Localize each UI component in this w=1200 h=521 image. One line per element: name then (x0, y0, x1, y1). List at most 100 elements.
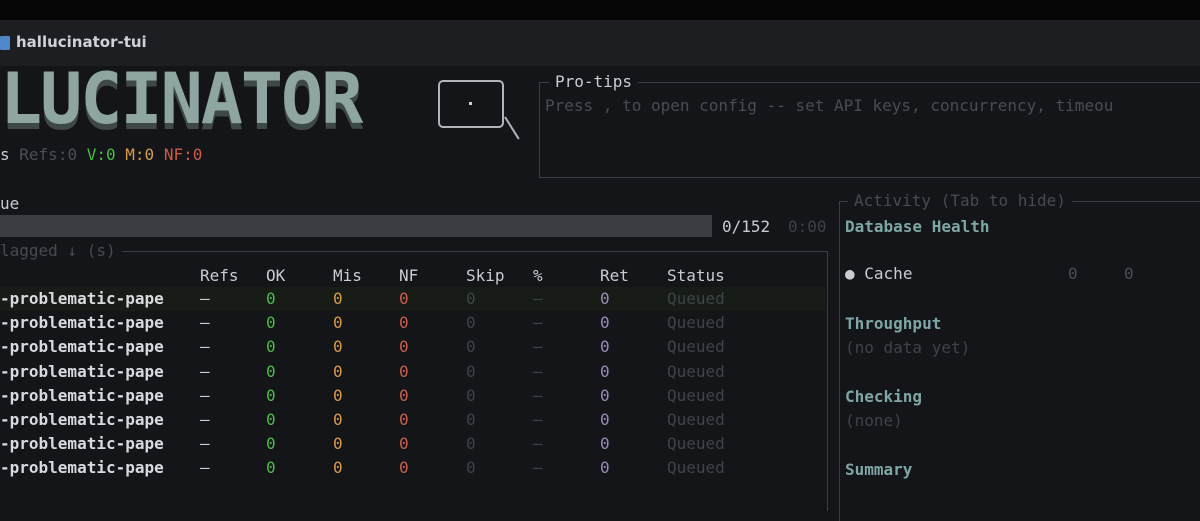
cache-value-1: 0 (1068, 264, 1078, 283)
row-mis: 0 (333, 289, 343, 308)
row-name: -problematic-pape (0, 410, 164, 429)
cache-label: Cache (864, 264, 913, 283)
row-skip: 0 (466, 337, 476, 357)
row-status: Queued (667, 458, 725, 478)
row-ok: 0 (266, 458, 276, 478)
row-mis: 0 (333, 458, 343, 478)
queue-progress-bar (0, 215, 712, 237)
row-skip: 0 (466, 434, 476, 454)
table-row[interactable]: -problematic-pape — 0 0 0 0 — 0 Queued (0, 408, 826, 432)
notfound-label: NF: (163, 145, 193, 164)
row-ok: 0 (266, 434, 276, 454)
progress-count: 0/152 (722, 217, 771, 236)
checking-text: (none) (845, 411, 903, 430)
row-skip: 0 (466, 361, 476, 381)
row-refs: — (200, 289, 210, 308)
terminal-app-icon (0, 36, 10, 50)
window-title: hallucinator-tui (16, 33, 147, 51)
row-refs: — (200, 385, 210, 405)
protips-title: Pro-tips (549, 72, 639, 91)
row-ok: 0 (266, 361, 276, 381)
sort-filter-label[interactable]: lagged ↓ (s) (0, 241, 122, 260)
checking-title: Checking (845, 387, 923, 406)
row-mis: 0 (333, 385, 343, 405)
refs-value: 0 (67, 145, 78, 164)
col-header-ok[interactable]: OK (266, 266, 285, 285)
row-name: -problematic-pape (0, 361, 164, 381)
app-logo: LUCINATOR (0, 58, 363, 140)
verified-label: V: (86, 145, 106, 164)
row-nf: 0 (399, 410, 409, 429)
row-nf: 0 (399, 313, 409, 333)
col-header-nf[interactable]: NF (399, 266, 418, 285)
notfound-value: 0 (192, 145, 203, 164)
row-ok: 0 (266, 337, 276, 357)
throughput-title: Throughput (845, 314, 942, 333)
row-status: Queued (667, 385, 725, 405)
row-mis: 0 (333, 337, 343, 357)
row-nf: 0 (399, 289, 409, 308)
row-pct: — (533, 361, 543, 381)
row-skip: 0 (466, 289, 476, 308)
row-refs: — (200, 361, 210, 381)
status-dot-icon: ● (845, 264, 855, 283)
row-name: -problematic-pape (0, 289, 164, 308)
row-mis: 0 (333, 361, 343, 381)
row-pct: — (533, 410, 543, 429)
row-refs: — (200, 458, 210, 478)
col-header-ret[interactable]: Ret (600, 266, 629, 285)
row-refs: — (200, 410, 210, 429)
row-pct: — (533, 385, 543, 405)
row-ret: 0 (600, 337, 610, 357)
row-skip: 0 (466, 410, 476, 429)
mismatch-value: 0 (144, 145, 155, 164)
row-pct: — (533, 434, 543, 454)
row-ret: 0 (600, 434, 610, 454)
table-row[interactable]: -problematic-pape — 0 0 0 0 — 0 Queued (0, 335, 826, 359)
row-ret: 0 (600, 361, 610, 381)
row-name: -problematic-pape (0, 337, 164, 357)
row-nf: 0 (399, 458, 409, 478)
protips-text: Press , to open config -- set API keys, … (545, 96, 1114, 115)
table-row[interactable]: -problematic-pape — 0 0 0 0 — 0 Queued (0, 360, 826, 384)
row-ok: 0 (266, 313, 276, 333)
row-nf: 0 (399, 361, 409, 381)
col-header-pct[interactable]: % (533, 266, 543, 285)
table-row[interactable]: -problematic-pape — 0 0 0 0 — 0 Queued (0, 384, 826, 408)
elapsed-time: 0:00 (788, 217, 827, 236)
row-refs: — (200, 313, 210, 333)
screen-top-edge (0, 0, 1200, 20)
col-header-status[interactable]: Status (667, 266, 725, 285)
row-skip: 0 (466, 458, 476, 478)
row-status: Queued (667, 434, 725, 454)
table-row[interactable]: -problematic-pape — 0 0 0 0 — 0 Queued (0, 287, 826, 311)
row-refs: — (200, 337, 210, 357)
speech-bubble-dot (469, 102, 472, 105)
row-mis: 0 (333, 434, 343, 454)
cache-value-2: 0 (1124, 264, 1134, 283)
row-mis: 0 (333, 313, 343, 333)
col-header-skip[interactable]: Skip (466, 266, 505, 285)
row-name: -problematic-pape (0, 434, 164, 454)
row-status: Queued (667, 337, 725, 357)
row-status: Queued (667, 313, 725, 333)
row-ret: 0 (600, 385, 610, 405)
col-header-mis[interactable]: Mis (333, 266, 362, 285)
table-row[interactable]: -problematic-pape — 0 0 0 0 — 0 Queued (0, 456, 826, 480)
row-ret: 0 (600, 289, 610, 308)
row-ok: 0 (266, 289, 276, 308)
col-header-refs[interactable]: Refs (200, 266, 239, 285)
row-pct: — (533, 458, 543, 478)
row-name: -problematic-pape (0, 313, 164, 333)
row-name: -problematic-pape (0, 385, 164, 405)
row-mis: 0 (333, 410, 343, 429)
stats-line: s Refs:0 V:0 M:0 NF:0 (0, 145, 202, 164)
row-nf: 0 (399, 434, 409, 454)
table-row[interactable]: -problematic-pape — 0 0 0 0 — 0 Queued (0, 311, 826, 335)
table-row[interactable]: -problematic-pape — 0 0 0 0 — 0 Queued (0, 432, 826, 456)
row-skip: 0 (466, 385, 476, 405)
row-skip: 0 (466, 313, 476, 333)
row-status: Queued (667, 289, 725, 308)
throughput-text: (no data yet) (845, 338, 971, 357)
cache-row: ● Cache (845, 264, 912, 283)
